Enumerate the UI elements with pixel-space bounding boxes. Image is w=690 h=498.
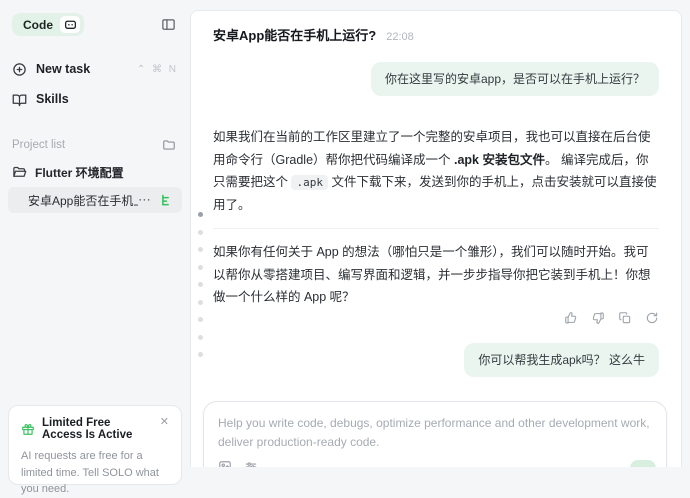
new-task-shortcut: ⌃ ⌘ N xyxy=(136,63,178,75)
more-options-icon[interactable]: ⋯ xyxy=(138,192,152,208)
user-message-bubble: 你可以帮我生成apk吗？ 这么牛 xyxy=(464,342,659,377)
mode-selector-code[interactable]: Code xyxy=(12,13,84,36)
sidebar-chat-item-active[interactable]: 安卓App能否在手机上运行? ⋯ xyxy=(8,187,182,213)
assistant-paragraph: 如果你有任何关于 App 的想法（哪怕只是一个雏形），我们可以随时开始。我可以帮… xyxy=(213,245,651,304)
message-divider xyxy=(213,228,659,229)
task-list-icon[interactable] xyxy=(160,193,174,207)
sidebar-item-skills[interactable]: Skills xyxy=(0,84,190,114)
plus-circle-icon xyxy=(12,62,27,77)
chat-scroll-area[interactable]: 安卓App能否在手机上运行? 22:08 你在这里写的安卓app，是否可以在手机… xyxy=(191,11,681,467)
message-input[interactable] xyxy=(204,402,666,454)
new-task-label: New task xyxy=(36,62,91,76)
thumbs-up-icon[interactable] xyxy=(564,311,578,325)
send-button[interactable]: ↑ xyxy=(630,460,656,467)
chat-panel: 安卓App能否在手机上运行? 22:08 你在这里写的安卓app，是否可以在手机… xyxy=(190,10,682,467)
project-label: Flutter 环境配置 xyxy=(35,166,124,180)
chat-item-label: 安卓App能否在手机上运行? xyxy=(28,193,138,208)
settings-sliders-icon[interactable] xyxy=(244,460,258,467)
book-icon xyxy=(12,92,27,107)
folder-icon[interactable] xyxy=(162,138,176,152)
project-list-header: Project list xyxy=(12,139,66,151)
mode-label: Code xyxy=(23,17,53,32)
sidebar-project-flutter[interactable]: Flutter 环境配置 xyxy=(0,164,190,181)
free-access-banner: Limited Free Access Is Active ✕ AI reque… xyxy=(8,405,182,495)
user-message-bubble: 你在这里写的安卓app，是否可以在手机上运行？ xyxy=(370,62,659,96)
gift-icon xyxy=(21,422,35,436)
robot-face-icon xyxy=(60,16,80,33)
close-icon[interactable]: ✕ xyxy=(160,417,169,428)
banner-title: Limited Free Access Is Active xyxy=(42,417,133,441)
chat-title: 安卓App能否在手机上运行? xyxy=(213,28,377,43)
message-actions xyxy=(213,311,659,325)
collapse-sidebar-icon[interactable] xyxy=(161,17,176,32)
skills-label: Skills xyxy=(36,92,69,106)
assistant-paragraph: 如果我们在当前的工作区里建立了一个完整的安卓项目，我也可以直接在后台使用命令行（… xyxy=(213,130,657,212)
folder-open-icon xyxy=(12,165,27,180)
regenerate-icon[interactable] xyxy=(645,311,659,325)
sidebar: Code New task ⌃ ⌘ N Skills Project list … xyxy=(0,0,190,495)
inline-code: .apk xyxy=(291,175,328,190)
assistant-message: 如果我们在当前的工作区里建立了一个完整的安卓项目，我也可以直接在后台使用命令行（… xyxy=(213,126,659,309)
chat-timestamp: 22:08 xyxy=(386,31,414,43)
thumbs-down-icon[interactable] xyxy=(591,311,605,325)
sidebar-item-new-task[interactable]: New task ⌃ ⌘ N xyxy=(0,54,190,84)
copy-icon[interactable] xyxy=(618,311,632,325)
composer: ↑ xyxy=(203,401,667,467)
banner-body: AI requests are free for a limited time.… xyxy=(21,450,159,495)
attach-image-icon[interactable] xyxy=(218,460,232,467)
